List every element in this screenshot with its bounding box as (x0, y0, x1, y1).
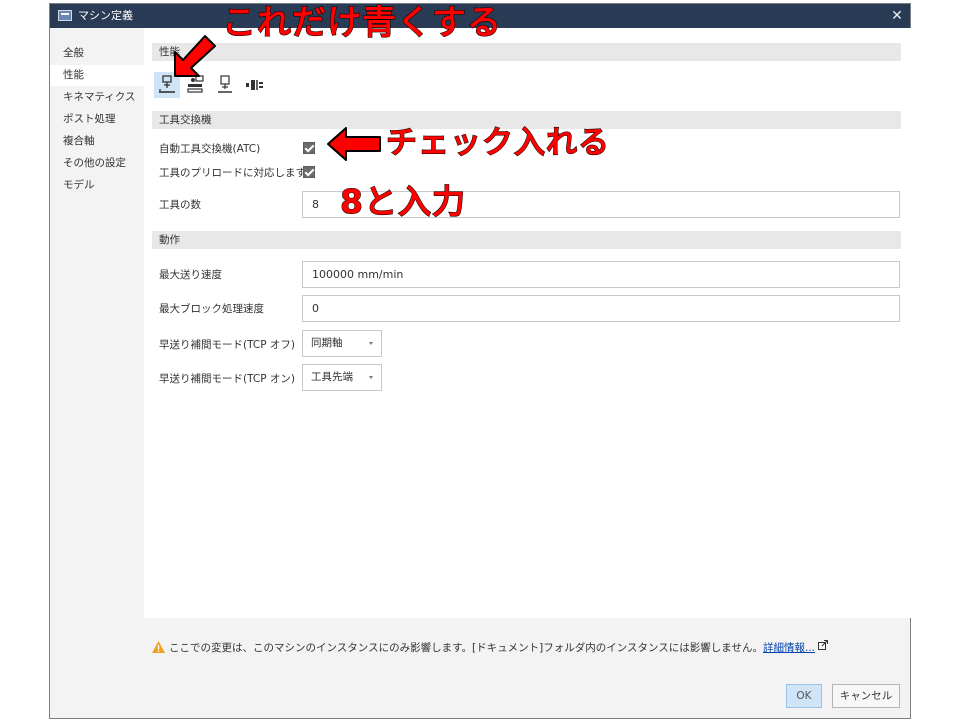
more-info-link[interactable]: 詳細情報... (763, 642, 815, 654)
atc-checkbox[interactable] (303, 142, 315, 154)
section-performance: 性能 (152, 43, 901, 61)
annotation-check-note: チェック入れる (386, 125, 610, 162)
nav-item-compound-axis[interactable]: 複合軸 (50, 131, 144, 152)
screen: マシン定義 ✕ 全般 性能 キネマティクス ポスト処理 複合軸 その他の設定 モ… (0, 0, 960, 720)
chevron-down-icon (369, 342, 373, 345)
nav-item-post-processing[interactable]: ポスト処理 (50, 109, 144, 130)
preload-label: 工具のプリロードに対応します。 (159, 167, 316, 179)
max-feed-input[interactable]: 100000 mm/min (302, 261, 900, 288)
nav-item-model[interactable]: モデル (50, 175, 144, 196)
max-block-input[interactable]: 0 (302, 295, 900, 322)
footer-text: ここでの変更は、このマシンのインスタンスにのみ影響します。[ドキュメント]フォル… (169, 640, 829, 656)
tab-axis[interactable] (242, 72, 268, 98)
annotation-input-note: 8と入力 (340, 182, 466, 222)
atc-label: 自動工具交換機(ATC) (159, 143, 261, 155)
max-feed-label: 最大送り速度 (159, 269, 222, 281)
rapid-tcp-off-value: 同期軸 (311, 337, 343, 349)
section-motion: 動作 (152, 231, 901, 249)
nav-item-performance[interactable]: 性能 (50, 65, 144, 86)
annotation-arrow-icon (174, 35, 216, 77)
close-icon[interactable]: ✕ (884, 4, 910, 28)
ok-button[interactable]: OK (786, 684, 822, 708)
rapid-tcp-on-select[interactable]: 工具先端 (302, 364, 382, 391)
window-title: マシン定義 (78, 9, 133, 22)
nav-item-kinematics[interactable]: キネマティクス (50, 87, 144, 108)
chevron-down-icon (369, 376, 373, 379)
settings-panel: 性能 工具交換機 自動工具交換機(ATC) 工具のプリロードに対応します。 工具… (144, 28, 911, 618)
warning-icon (152, 641, 165, 653)
annotation-blue-note: これだけ青くする (222, 3, 502, 44)
rapid-tcp-off-label: 早送り補間モード(TCP オフ) (159, 339, 295, 351)
annotation-arrow-icon (327, 127, 381, 161)
window-icon (58, 10, 72, 21)
nav-item-general[interactable]: 全般 (50, 43, 144, 64)
rapid-tcp-off-select[interactable]: 同期軸 (302, 330, 382, 357)
nav-item-other-settings[interactable]: その他の設定 (50, 153, 144, 174)
max-block-label: 最大ブロック処理速度 (159, 303, 264, 315)
rapid-tcp-on-label: 早送り補間モード(TCP オン) (159, 373, 295, 385)
preload-checkbox[interactable] (303, 166, 315, 178)
machine-definition-dialog: マシン定義 ✕ 全般 性能 キネマティクス ポスト処理 複合軸 その他の設定 モ… (49, 3, 911, 719)
external-link-icon[interactable] (818, 640, 829, 650)
warning-text: ここでの変更は、このマシンのインスタンスにのみ影響します。[ドキュメント]フォル… (169, 642, 763, 654)
axis-icon (246, 80, 263, 90)
cancel-button[interactable]: キャンセル (832, 684, 900, 708)
tool-count-label: 工具の数 (159, 199, 201, 211)
rapid-tcp-on-value: 工具先端 (311, 371, 353, 383)
settings-nav: 全般 性能 キネマティクス ポスト処理 複合軸 その他の設定 モデル (50, 28, 144, 618)
